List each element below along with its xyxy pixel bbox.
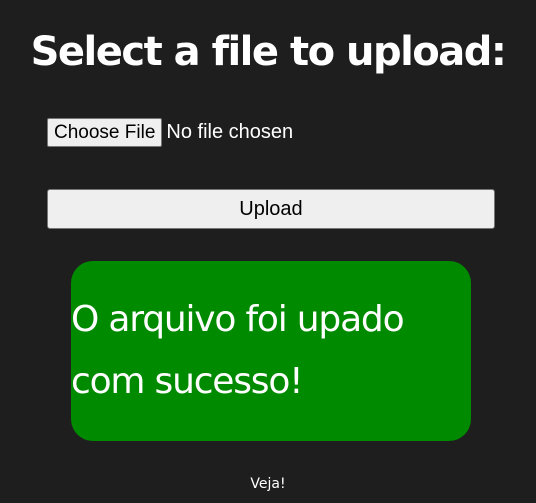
upload-button[interactable]: Upload bbox=[47, 189, 495, 229]
file-status-text: No file chosen bbox=[166, 121, 294, 143]
choose-file-button[interactable]: Choose File bbox=[47, 118, 163, 147]
page-title: Select a file to upload: bbox=[30, 29, 507, 75]
file-input[interactable]: Choose File No file chosen bbox=[47, 118, 293, 147]
success-message-text: O arquivo foi upado com sucesso! bbox=[71, 299, 405, 402]
footer-link: Veja! bbox=[250, 476, 286, 492]
success-message-box: O arquivo foi upado com sucesso! bbox=[71, 261, 471, 441]
